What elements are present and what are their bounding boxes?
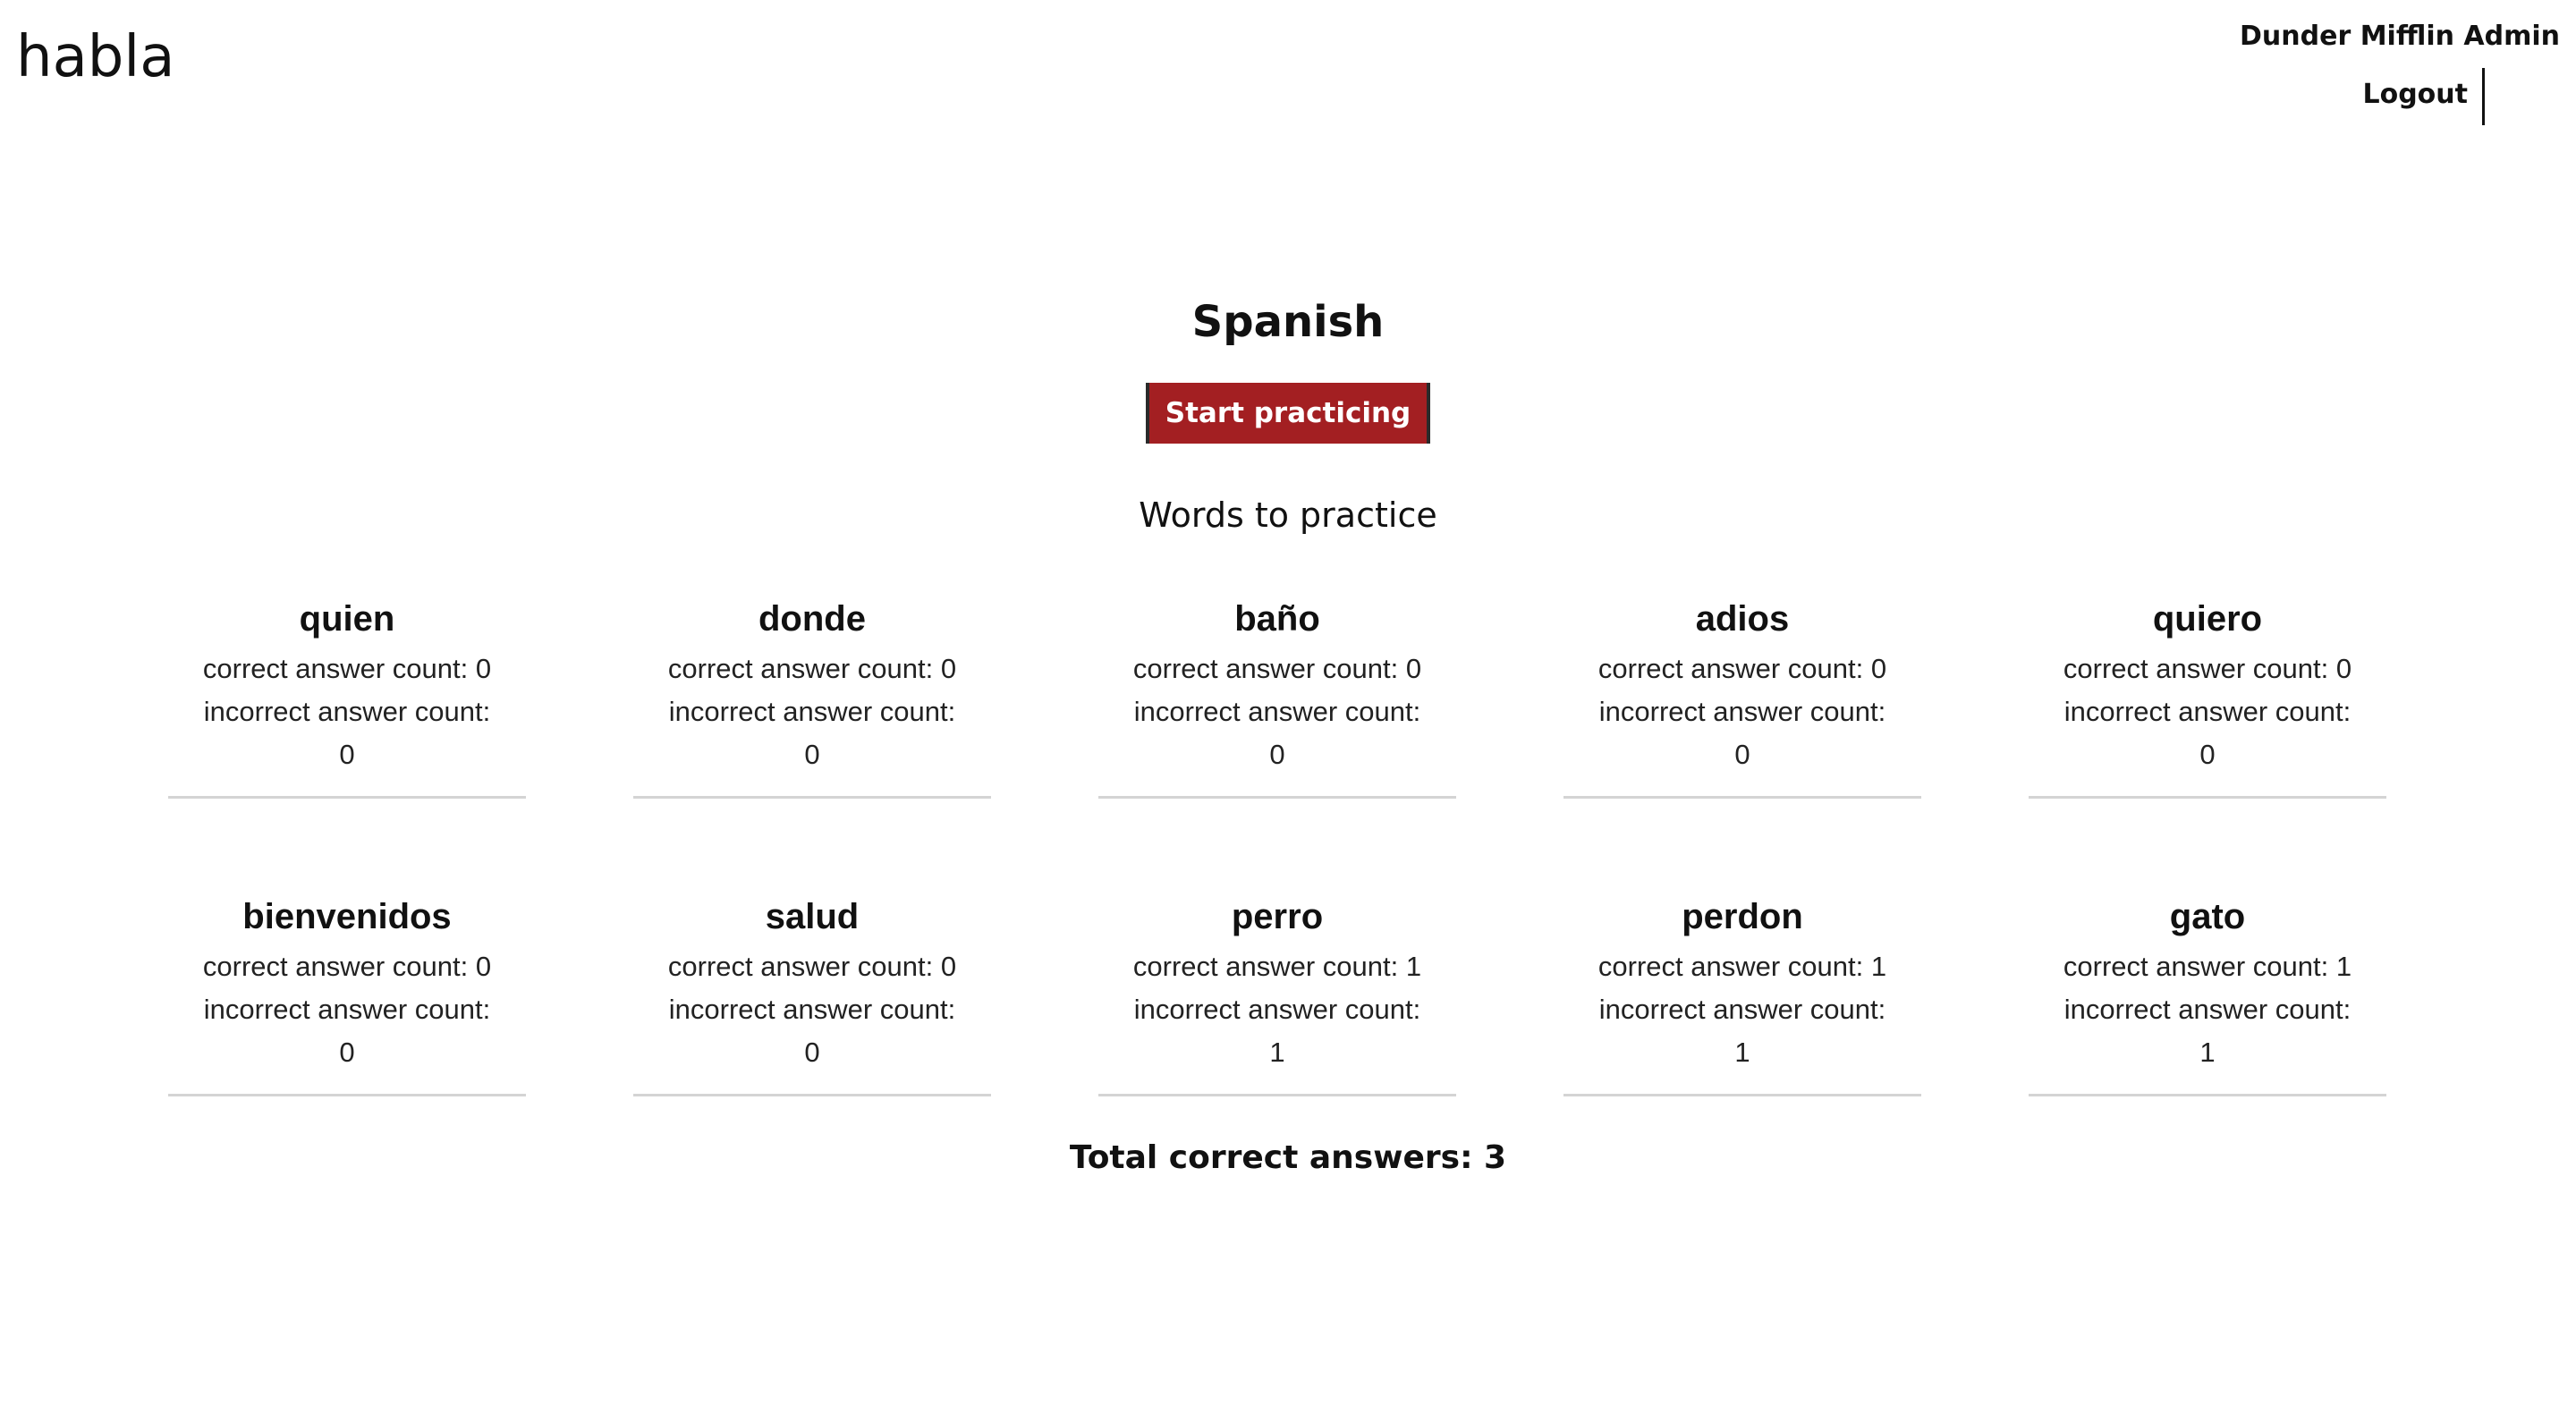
word-title: gato <box>2169 897 2246 936</box>
incorrect-label: incorrect answer count: <box>1598 994 1886 1025</box>
word-title: perro <box>1231 897 1324 936</box>
incorrect-count: 0 <box>339 739 355 770</box>
correct-count: correct answer count: 0 <box>1597 653 1887 684</box>
correct-count: correct answer count: 0 <box>1132 653 1422 684</box>
incorrect-label: incorrect answer count: <box>668 696 956 727</box>
word-card: perro correct answer count: 1 incorrect … <box>1098 888 1456 1096</box>
word-card: quien correct answer count: 0 incorrect … <box>168 590 526 799</box>
incorrect-count: 0 <box>804 739 820 770</box>
language-title: Spanish <box>1191 297 1385 347</box>
correct-count: correct answer count: 0 <box>202 653 492 684</box>
incorrect-count: 0 <box>1269 739 1285 770</box>
correct-count: correct answer count: 0 <box>667 653 957 684</box>
incorrect-count: 0 <box>1734 739 1750 770</box>
incorrect-label: incorrect answer count: <box>1133 994 1421 1025</box>
incorrect-count: 0 <box>339 1037 355 1068</box>
account-name: Dunder Mifflin Admin <box>2240 21 2560 52</box>
correct-count: correct answer count: 0 <box>2063 653 2352 684</box>
word-title: salud <box>765 897 860 936</box>
word-title: quiero <box>2152 599 2263 639</box>
word-card: salud correct answer count: 0 incorrect … <box>633 888 991 1096</box>
word-title: quien <box>299 599 395 639</box>
incorrect-label: incorrect answer count: <box>2063 696 2351 727</box>
word-grid: quien correct answer count: 0 incorrect … <box>168 590 2390 1096</box>
words-section-heading: Words to practice <box>1139 495 1437 535</box>
word-card: adios correct answer count: 0 incorrect … <box>1563 590 1921 799</box>
correct-count: correct answer count: 1 <box>1597 951 1887 982</box>
word-card: quiero correct answer count: 0 incorrect… <box>2029 590 2386 799</box>
incorrect-label: incorrect answer count: <box>1133 696 1421 727</box>
word-title: perdon <box>1682 897 1803 936</box>
total-correct-answers: Total correct answers: 3 <box>1069 1139 1507 1176</box>
logout-row: Logout <box>2240 68 2560 125</box>
word-card: perdon correct answer count: 1 incorrect… <box>1563 888 1921 1096</box>
incorrect-count: 0 <box>804 1037 820 1068</box>
incorrect-count: 0 <box>2199 739 2216 770</box>
word-title: bienvenidos <box>242 897 452 936</box>
incorrect-label: incorrect answer count: <box>203 994 491 1025</box>
correct-count: correct answer count: 0 <box>202 951 492 982</box>
incorrect-label: incorrect answer count: <box>2063 994 2351 1025</box>
correct-count: correct answer count: 1 <box>2063 951 2352 982</box>
account-area: Dunder Mifflin Admin Logout <box>2240 14 2560 125</box>
word-title: adios <box>1695 599 1790 639</box>
correct-count: correct answer count: 1 <box>1132 951 1422 982</box>
incorrect-count: 1 <box>1734 1037 1750 1068</box>
start-practicing-button[interactable]: Start practicing <box>1145 383 1431 444</box>
correct-count: correct answer count: 0 <box>667 951 957 982</box>
word-card: baño correct answer count: 0 incorrect a… <box>1098 590 1456 799</box>
incorrect-count: 1 <box>2199 1037 2216 1068</box>
word-title: donde <box>758 599 866 639</box>
brand-logo[interactable]: habla <box>16 21 174 93</box>
incorrect-label: incorrect answer count: <box>203 696 491 727</box>
incorrect-count: 1 <box>1269 1037 1285 1068</box>
incorrect-label: incorrect answer count: <box>1598 696 1886 727</box>
word-card: donde correct answer count: 0 incorrect … <box>633 590 991 799</box>
word-card: gato correct answer count: 1 incorrect a… <box>2029 888 2386 1096</box>
word-card: bienvenidos correct answer count: 0 inco… <box>168 888 526 1096</box>
main-content: Spanish Start practicing Words to practi… <box>0 290 2576 537</box>
word-title: baño <box>1234 599 1320 639</box>
logout-button[interactable]: Logout <box>2362 68 2485 125</box>
incorrect-label: incorrect answer count: <box>668 994 956 1025</box>
